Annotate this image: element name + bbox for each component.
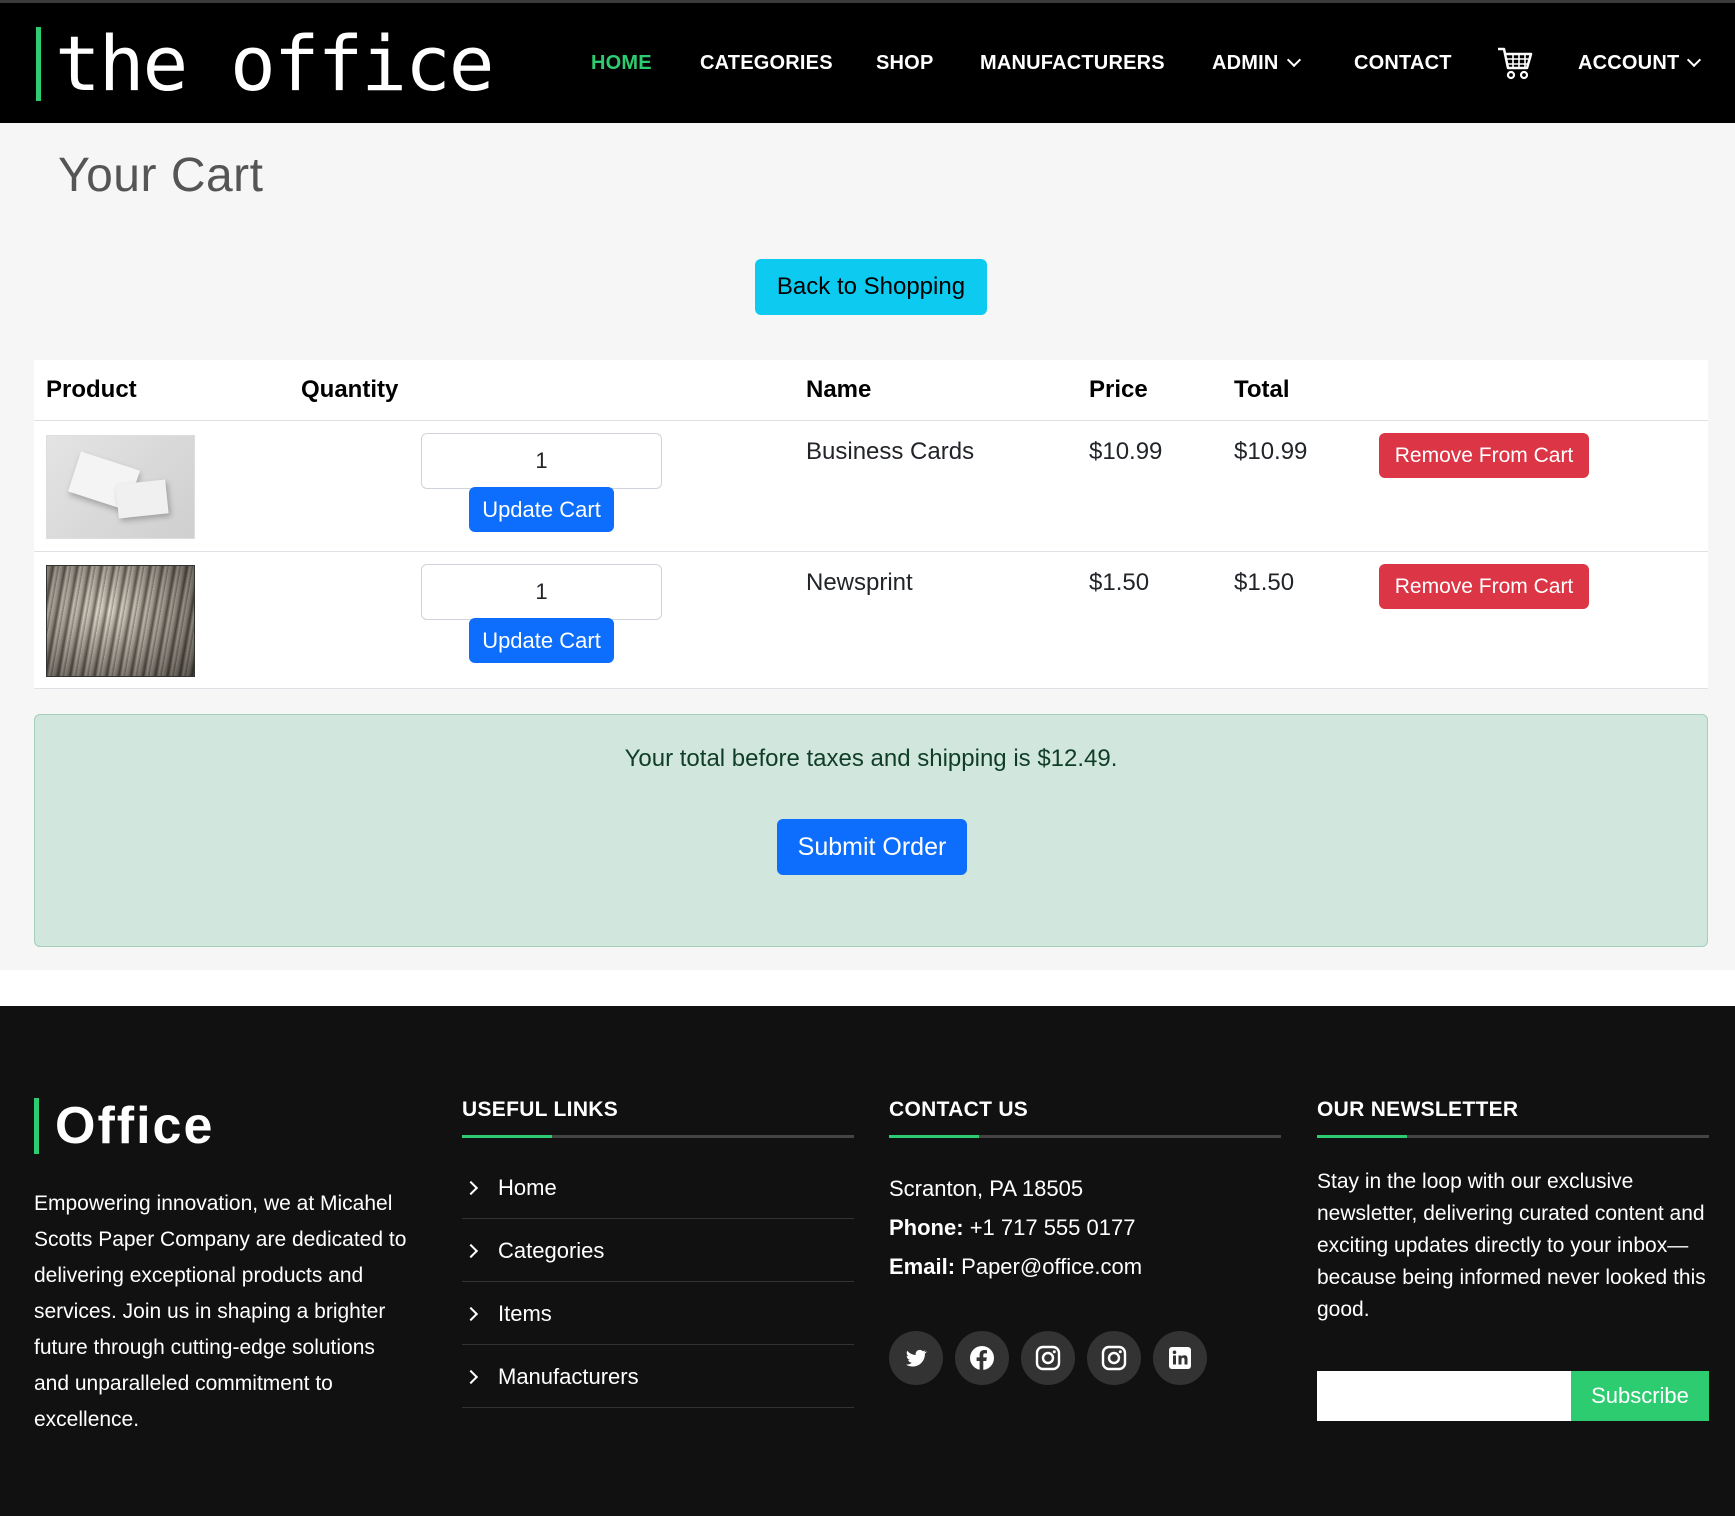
- logo-accent-bar: [34, 1098, 39, 1154]
- instagram-icon: [1101, 1345, 1127, 1371]
- row-divider: [34, 420, 1708, 421]
- contact-address: Scranton, PA 18505: [889, 1176, 1084, 1201]
- heading-underline: [889, 1135, 1281, 1138]
- update-cart-button[interactable]: Update Cart: [469, 618, 614, 663]
- footer-logo-text: Office: [55, 1097, 215, 1155]
- twitter-icon: [906, 1349, 927, 1367]
- instagram-link[interactable]: [1021, 1331, 1075, 1385]
- item-price: $10.99: [1089, 438, 1163, 465]
- contact-phone: Phone: +1 717 555 0177: [889, 1215, 1135, 1241]
- footer-link-manufacturers[interactable]: Manufacturers: [462, 1346, 854, 1408]
- email-label: Email:: [889, 1254, 956, 1279]
- chevron-down-icon: [1687, 52, 1702, 68]
- footer-link-home[interactable]: Home: [462, 1157, 854, 1219]
- footer-link-categories[interactable]: Categories: [462, 1220, 854, 1282]
- item-name: Newsprint: [806, 569, 913, 596]
- column-header-price: Price: [1089, 376, 1148, 403]
- nav-cart[interactable]: [1497, 3, 1533, 123]
- nav-shop[interactable]: SHOP: [876, 3, 933, 123]
- remove-from-cart-button[interactable]: Remove From Cart: [1379, 433, 1589, 478]
- heading-underline: [462, 1135, 854, 1138]
- footer-link-label: Manufacturers: [498, 1363, 639, 1389]
- newsletter-email-input[interactable]: [1317, 1371, 1571, 1421]
- chevron-down-icon: [1286, 52, 1301, 68]
- footer-link-items[interactable]: Items: [462, 1283, 854, 1345]
- contact-us-heading: CONTACT US: [889, 1098, 1029, 1121]
- nav-manufacturers[interactable]: MANUFACTURERS: [980, 3, 1165, 123]
- linkedin-icon: [1169, 1347, 1191, 1369]
- logo-text: the office: [55, 19, 495, 108]
- chevron-right-icon: [463, 1306, 479, 1321]
- facebook-icon: [970, 1346, 994, 1371]
- item-price: $1.50: [1089, 569, 1150, 596]
- column-header-product: Product: [46, 376, 137, 403]
- footer-link-label: Categories: [498, 1237, 605, 1263]
- shopping-cart-icon: [1498, 47, 1533, 80]
- card-shape: [115, 479, 169, 519]
- nav-categories[interactable]: CATEGORIES: [700, 3, 833, 123]
- heading-underline: [1317, 1135, 1709, 1138]
- nav-admin-label: ADMIN: [1212, 51, 1279, 74]
- back-to-shopping-button[interactable]: Back to Shopping: [755, 259, 987, 315]
- row-divider: [34, 688, 1708, 689]
- logo-accent-bar: [36, 27, 41, 101]
- contact-email: Email: Paper@office.com: [889, 1254, 1142, 1280]
- instagram-link[interactable]: [1087, 1331, 1141, 1385]
- useful-links-heading: USEFUL LINKS: [462, 1098, 619, 1121]
- footer-link-label: Home: [498, 1174, 557, 1200]
- column-header-name: Name: [806, 376, 872, 403]
- column-header-total: Total: [1234, 376, 1290, 403]
- facebook-link[interactable]: [955, 1331, 1009, 1385]
- submit-order-button[interactable]: Submit Order: [777, 819, 967, 875]
- footer-about-text: Empowering innovation, we at Micahel Sco…: [34, 1192, 407, 1431]
- instagram-icon: [1035, 1345, 1061, 1371]
- page-title: Your Cart: [58, 149, 264, 202]
- subscribe-button[interactable]: Subscribe: [1571, 1371, 1709, 1421]
- site-logo[interactable]: the office: [36, 19, 495, 108]
- chevron-right-icon: [463, 1369, 479, 1384]
- column-header-quantity: Quantity: [301, 376, 399, 403]
- cart-table: Product Quantity Name Price Total Update…: [34, 360, 1708, 689]
- cart-page: Your Cart Back to Shopping Product Quant…: [0, 123, 1735, 970]
- email-value[interactable]: Paper@office.com: [961, 1254, 1142, 1279]
- site-footer: Office Empowering innovation, we at Mica…: [0, 1006, 1735, 1516]
- site-header: the office HOME CATEGORIES SHOP MANUFACT…: [0, 3, 1735, 123]
- newsletter-text: Stay in the loop with our exclusive news…: [1317, 1170, 1706, 1321]
- chevron-right-icon: [463, 1180, 479, 1195]
- linkedin-link[interactable]: [1153, 1331, 1207, 1385]
- image-shade: [47, 566, 194, 676]
- nav-account-label: ACCOUNT: [1578, 51, 1680, 74]
- nav-account[interactable]: ACCOUNT: [1578, 3, 1702, 123]
- nav-home[interactable]: HOME: [591, 3, 652, 123]
- phone-value: +1 717 555 0177: [969, 1215, 1136, 1240]
- phone-label: Phone:: [889, 1215, 964, 1240]
- footer-link-label: Items: [498, 1300, 552, 1326]
- item-total: $10.99: [1234, 438, 1308, 465]
- nav-admin[interactable]: ADMIN: [1212, 3, 1301, 123]
- footer-logo[interactable]: Office: [34, 1096, 214, 1156]
- update-cart-button[interactable]: Update Cart: [469, 487, 614, 532]
- quantity-input[interactable]: [421, 433, 662, 489]
- chevron-right-icon: [463, 1243, 479, 1258]
- item-name: Business Cards: [806, 438, 975, 465]
- twitter-link[interactable]: [889, 1331, 943, 1385]
- remove-from-cart-button[interactable]: Remove From Cart: [1379, 564, 1589, 609]
- order-total-text: Your total before taxes and shipping is …: [624, 745, 1118, 772]
- row-divider: [34, 551, 1708, 552]
- nav-contact[interactable]: CONTACT: [1354, 3, 1452, 123]
- business-cards-image: [46, 435, 195, 539]
- order-summary-alert: Your total before taxes and shipping is …: [34, 714, 1708, 947]
- newsprint-image: [46, 565, 195, 677]
- quantity-input[interactable]: [421, 564, 662, 620]
- newsletter-heading: OUR NEWSLETTER: [1317, 1098, 1519, 1121]
- item-total: $1.50: [1234, 569, 1295, 596]
